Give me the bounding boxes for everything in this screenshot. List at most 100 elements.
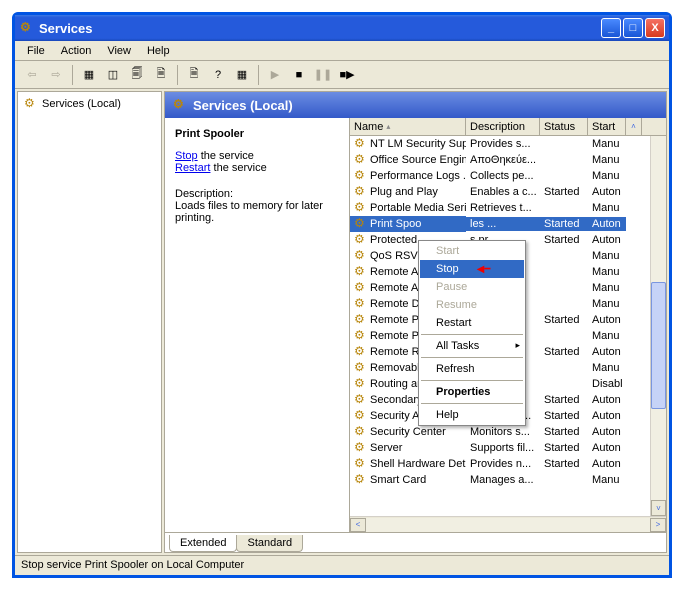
service-startup-cell: Auton xyxy=(588,233,626,247)
menu-file[interactable]: File xyxy=(19,43,53,59)
scroll-left-icon[interactable]: ˂ xyxy=(350,518,366,532)
service-startup-cell: Manu xyxy=(588,153,626,167)
service-status-cell xyxy=(540,287,588,289)
tab-standard[interactable]: Standard xyxy=(236,535,303,552)
ctx-help[interactable]: Help xyxy=(420,406,524,424)
toolbar-btn-properties[interactable]: 🗐 xyxy=(126,64,148,86)
service-row[interactable]: NT LM Security Sup...Provides s...Manu xyxy=(350,136,650,152)
service-name-cell: NT LM Security Sup... xyxy=(370,138,466,150)
service-startup-cell: Auton xyxy=(588,409,626,423)
service-status-cell xyxy=(540,479,588,481)
menu-help[interactable]: Help xyxy=(139,43,178,59)
service-desc-cell: Manages a... xyxy=(466,473,540,487)
service-row[interactable]: Plug and PlayEnables a c...StartedAuton xyxy=(350,184,650,200)
service-name-cell: Protected xyxy=(370,234,417,246)
restart-link[interactable]: Restart xyxy=(175,162,210,174)
minimize-button[interactable]: _ xyxy=(601,18,621,38)
service-row[interactable]: Portable Media Seri...Retrieves t...Manu xyxy=(350,200,650,216)
service-startup-cell: Auton xyxy=(588,217,626,231)
col-description[interactable]: Description xyxy=(466,118,540,135)
gear-icon xyxy=(354,441,368,455)
service-status-cell xyxy=(540,271,588,273)
ctx-refresh[interactable]: Refresh xyxy=(420,360,524,378)
service-startup-cell: Auton xyxy=(588,441,626,455)
service-row[interactable]: Shell Hardware Det...Provides n...Starte… xyxy=(350,456,650,472)
ctx-stop[interactable]: Stop◀━ xyxy=(420,260,524,278)
stop-service-button[interactable]: ■ xyxy=(288,64,310,86)
service-startup-cell: Auton xyxy=(588,457,626,471)
pause-service-button[interactable]: ❚❚ xyxy=(312,64,334,86)
toolbar-btn-refresh[interactable]: 🗎 xyxy=(150,64,172,86)
toolbar-btn-export[interactable]: 🗎 xyxy=(183,64,205,86)
service-row[interactable]: Performance Logs ...Collects pe...Manu xyxy=(350,168,650,184)
restart-service-button[interactable]: ■▶ xyxy=(336,64,358,86)
toolbar-btn-x[interactable]: ▦ xyxy=(231,64,253,86)
stop-line: Stop the service xyxy=(175,150,339,162)
toolbar-btn-help[interactable]: ? xyxy=(207,64,229,86)
service-status-cell: Started xyxy=(540,217,588,231)
service-row[interactable]: Office Source EngineΑποΘηκεύε...Manu xyxy=(350,152,650,168)
stop-link[interactable]: Stop xyxy=(175,150,198,162)
service-name-cell: Remote A xyxy=(370,282,418,294)
service-row[interactable]: Security CenterMonitors s...StartedAuton xyxy=(350,424,650,440)
service-row[interactable]: ServerSupports fil...StartedAuton xyxy=(350,440,650,456)
toolbar-btn-2[interactable]: ◫ xyxy=(102,64,124,86)
service-name-cell: Shell Hardware Det... xyxy=(370,458,466,470)
restart-line: Restart the service xyxy=(175,162,339,174)
service-status-cell: Started xyxy=(540,393,588,407)
menubar: File Action View Help xyxy=(15,41,669,61)
service-status-cell xyxy=(540,255,588,257)
window-title: Services xyxy=(39,21,601,36)
tab-extended[interactable]: Extended xyxy=(169,535,237,552)
service-name-cell: Plug and Play xyxy=(370,186,438,198)
service-row[interactable]: Print Spooles ...StartedAuton xyxy=(350,216,650,232)
service-row[interactable]: Smart CardManages a...Manu xyxy=(350,472,650,488)
close-button[interactable]: X xyxy=(645,18,665,38)
back-button[interactable]: ⇦ xyxy=(21,64,43,86)
scroll-down-icon[interactable]: ˅ xyxy=(651,500,666,516)
service-status-cell: Started xyxy=(540,313,588,327)
ctx-start: Start xyxy=(420,242,524,260)
maximize-button[interactable]: □ xyxy=(623,18,643,38)
service-startup-cell: Manu xyxy=(588,361,626,375)
service-startup-cell: Manu xyxy=(588,473,626,487)
start-service-button[interactable]: ▶ xyxy=(264,64,286,86)
horizontal-scrollbar[interactable]: ˂ ˃ xyxy=(350,516,666,532)
ctx-restart[interactable]: Restart xyxy=(420,314,524,332)
tree-label: Services (Local) xyxy=(42,98,121,110)
red-arrow-icon: ◀━ xyxy=(477,264,491,275)
gear-icon xyxy=(24,97,38,111)
gear-icon xyxy=(354,329,368,343)
tree-services-local[interactable]: Services (Local) xyxy=(22,96,157,112)
service-startup-cell: Auton xyxy=(588,425,626,439)
scroll-right-icon[interactable]: ˃ xyxy=(650,518,666,532)
menu-action[interactable]: Action xyxy=(53,43,100,59)
scrollbar-thumb[interactable] xyxy=(651,282,666,409)
service-desc-cell: Provides n... xyxy=(466,457,540,471)
col-name[interactable]: Name ▴ xyxy=(350,118,466,135)
titlebar[interactable]: Services _ □ X xyxy=(15,15,669,41)
ctx-properties[interactable]: Properties xyxy=(420,383,524,401)
gear-icon xyxy=(354,281,368,295)
menu-view[interactable]: View xyxy=(99,43,139,59)
service-startup-cell: Manu xyxy=(588,329,626,343)
col-status[interactable]: Status xyxy=(540,118,588,135)
gear-icon xyxy=(354,457,368,471)
ctx-all-tasks[interactable]: All Tasks xyxy=(420,337,524,355)
pane-header: Services (Local) xyxy=(165,92,666,118)
service-status-cell: Started xyxy=(540,233,588,247)
gear-icon xyxy=(354,345,368,359)
vertical-scrollbar[interactable]: ˅ xyxy=(650,136,666,516)
service-desc-cell: Monitors s... xyxy=(466,425,540,439)
service-name-cell: Portable Media Seri... xyxy=(370,202,466,214)
scroll-up-arrow-icon[interactable]: ˄ xyxy=(626,118,642,135)
service-startup-cell: Manu xyxy=(588,249,626,263)
toolbar-btn-1[interactable]: ▦ xyxy=(78,64,100,86)
col-startup[interactable]: Start xyxy=(588,118,626,135)
gear-icon xyxy=(354,393,368,407)
gear-icon xyxy=(354,217,368,231)
forward-button[interactable]: ⇨ xyxy=(45,64,67,86)
service-status-cell xyxy=(540,383,588,385)
service-name-cell: Remote R xyxy=(370,346,420,358)
service-name-cell: Office Source Engine xyxy=(370,154,466,166)
